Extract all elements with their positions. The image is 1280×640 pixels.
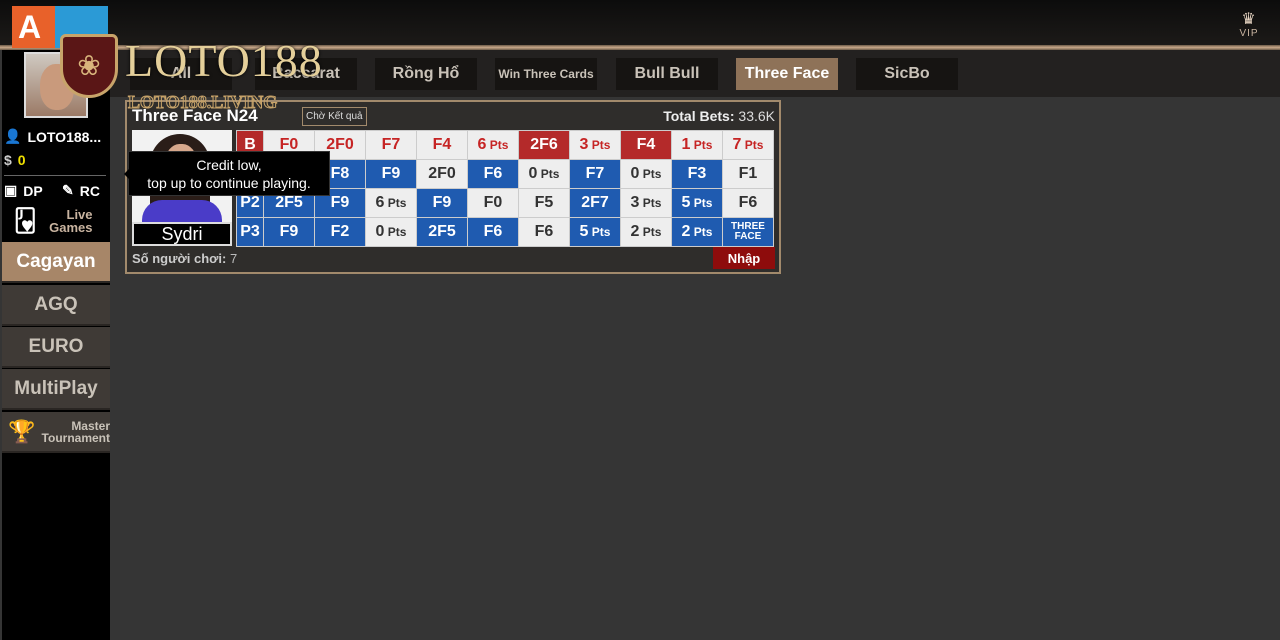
result-cell: F4 (620, 130, 672, 160)
players-value: 7 (229, 251, 238, 266)
result-cell: F0 (467, 188, 519, 218)
result-cell: 6 Pts (365, 188, 417, 218)
money-bag-icon: $ (4, 152, 12, 168)
result-cell: F3 (671, 159, 723, 189)
cards-icon: 🂻 (14, 208, 37, 233)
user-icon: 👤 (4, 128, 22, 144)
tab-win-three-cards[interactable]: Win Three Cards (495, 58, 597, 90)
result-cell: 5 Pts (569, 217, 621, 247)
sidebar-item-master-tournament[interactable]: 🏆 Master Tournament (2, 412, 110, 453)
tab-bull-bull[interactable]: Bull Bull (616, 58, 718, 90)
sidebar-item-agq[interactable]: AGQ (2, 285, 110, 326)
result-cell: 2F5 (416, 217, 468, 247)
sidebar-item-multiplay[interactable]: MultiPlay (2, 369, 110, 410)
table-title: Three Face N24 (132, 106, 258, 125)
top-bar (0, 0, 1280, 46)
result-cell: 1 Pts (671, 130, 723, 160)
result-cell: 7 Pts (722, 130, 774, 160)
result-cell: 6 Pts (467, 130, 519, 160)
trophy-icon: 🏆 (8, 418, 36, 444)
sidebar-item-euro[interactable]: EURO (2, 327, 110, 368)
tooltip-line-1: Credit low, (196, 157, 262, 173)
tab-rong-ho[interactable]: Rồng Hổ (375, 58, 477, 90)
user-avatar (24, 52, 88, 118)
credit-low-tooltip: Credit low, top up to continue playing. (124, 151, 330, 196)
username-row: 👤 LOTO188... (4, 128, 101, 145)
result-cell: 2F6 (518, 130, 570, 160)
result-cell: F2 (314, 217, 366, 247)
result-cell: 2 Pts (671, 217, 723, 247)
recharge-button[interactable]: ✎ RC (62, 182, 100, 199)
row-label-cell: P3 (236, 217, 264, 247)
result-cell: F4 (416, 130, 468, 160)
balance-row: $0 (4, 152, 26, 168)
result-cell: 5 Pts (671, 188, 723, 218)
result-cell: F9 (263, 217, 315, 247)
result-cell: 0 Pts (365, 217, 417, 247)
result-cell: 2F7 (569, 188, 621, 218)
result-cell: F6 (722, 188, 774, 218)
result-cell: F1 (722, 159, 774, 189)
result-cell: F5 (518, 188, 570, 218)
dealer-name: Sydri (132, 222, 232, 246)
result-cell: F7 (365, 130, 417, 160)
grid-row: P3 F9 F2 0 Pts 2F5 F6 F6 5 Pts 2 Pts 2 Pts THREE FA… (236, 217, 774, 247)
result-cell: THREE FACE (722, 217, 774, 247)
tab-three-face[interactable]: Three Face (736, 58, 838, 90)
recharge-label: RC (79, 182, 100, 199)
tooltip-line-2: top up to continue playing. (147, 175, 311, 191)
deposit-label: DP (23, 182, 43, 199)
result-cell: 3 Pts (569, 130, 621, 160)
tab-baccarat[interactable]: Baccarat (255, 58, 357, 90)
result-cell: F6 (518, 217, 570, 247)
result-cell: F6 (467, 159, 519, 189)
total-bets: Total Bets: 33.6K (663, 108, 775, 124)
total-bets-value: 33.6K (738, 108, 775, 124)
result-cell: 0 Pts (620, 159, 672, 189)
vip-button[interactable]: ♛ VIP (1232, 11, 1266, 40)
game-type-tabs: All Baccarat Rồng Hổ Win Three Cards Bul… (110, 50, 1280, 97)
result-cell: 0 Pts (518, 159, 570, 189)
live-games-label: Live Games (49, 207, 93, 235)
crown-icon: ♛ (1241, 11, 1257, 28)
result-cell: F7 (569, 159, 621, 189)
players-count: Số người chơi: 7 (132, 251, 237, 266)
edit-icon: ✎ (62, 182, 74, 198)
sidebar-item-cagayan[interactable]: Cagayan (2, 242, 110, 283)
tab-sicbo[interactable]: SicBo (856, 58, 958, 90)
total-bets-label: Total Bets: (663, 108, 735, 124)
result-cell: 2F0 (416, 159, 468, 189)
username: LOTO188... (27, 128, 102, 145)
result-cell: F9 (416, 188, 468, 218)
live-games-button[interactable]: 🂻 Live Games (14, 208, 93, 234)
tab-all[interactable]: All (130, 58, 232, 90)
master-tournament-label: Master Tournament (41, 418, 110, 445)
vip-label: VIP (1239, 28, 1259, 39)
cash-icon: ▣ (4, 182, 18, 198)
balance: 0 (17, 152, 26, 168)
result-cell: 3 Pts (620, 188, 672, 218)
sidebar-divider (4, 175, 106, 176)
result-cell: F9 (365, 159, 417, 189)
deposit-button[interactable]: ▣ DP (4, 182, 43, 199)
result-cell: F6 (467, 217, 519, 247)
result-cell: 2 Pts (620, 217, 672, 247)
status-badge: Chờ Kết quả (302, 107, 367, 126)
enter-button[interactable]: Nhập (713, 247, 775, 269)
players-label: Số người chơi: (132, 251, 227, 266)
